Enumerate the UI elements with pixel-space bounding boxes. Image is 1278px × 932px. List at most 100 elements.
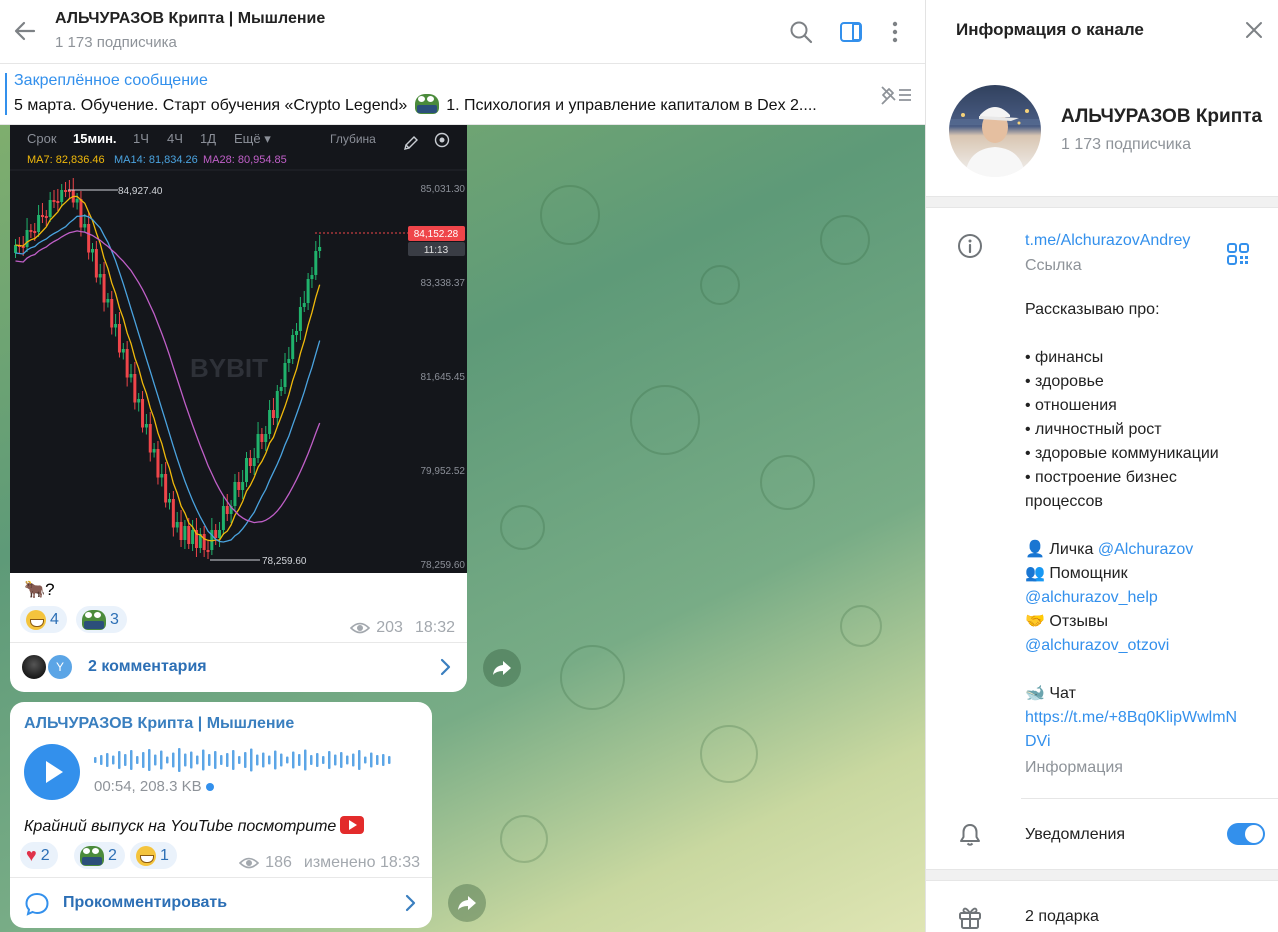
candle-body xyxy=(79,199,83,228)
bell-icon xyxy=(960,824,980,846)
channel-avatar[interactable] xyxy=(949,85,1041,177)
share-arrow-icon xyxy=(458,896,476,910)
reaction-heart[interactable]: ♥ 2 xyxy=(20,842,58,869)
low-marker-label: 78,259.60 xyxy=(262,556,307,567)
reaction-pepe[interactable]: 2 xyxy=(74,842,125,869)
candle-body xyxy=(114,324,118,328)
waveform-bar xyxy=(214,751,217,769)
share-button[interactable] xyxy=(483,649,521,687)
chat-link[interactable]: https://t.me/+8Bq0KlipWwlmN xyxy=(1025,706,1237,730)
chat-area: АЛЬЧУРАЗОВ Крипта | Мышление 1 173 подпи… xyxy=(0,0,925,932)
candle-body xyxy=(152,449,156,453)
about-item: • личностный рост xyxy=(1025,421,1162,438)
waveform-bar xyxy=(238,756,241,764)
candle-body xyxy=(218,530,222,538)
waveform-bar xyxy=(232,750,235,770)
contact-handle-link[interactable]: @alchurazov_otzovi xyxy=(1025,634,1237,658)
candle-body xyxy=(283,363,287,387)
candle-body xyxy=(168,499,171,503)
candle-body xyxy=(279,387,283,391)
waveform-bar xyxy=(310,755,313,765)
commenter-avatar xyxy=(20,653,48,681)
pinned-list-icon[interactable] xyxy=(879,83,913,107)
chart-tab: 15мин. xyxy=(73,131,117,146)
waveform-bar xyxy=(190,751,193,769)
waveform-bar xyxy=(268,755,271,765)
pepe-emoji-icon xyxy=(414,94,439,114)
play-icon xyxy=(46,761,63,783)
close-icon[interactable] xyxy=(1242,18,1266,42)
waveform-bar xyxy=(340,752,343,768)
chat-link-continued[interactable]: DVi xyxy=(1025,730,1237,754)
notifications-toggle[interactable] xyxy=(1227,823,1265,845)
candle-body xyxy=(233,482,237,506)
back-arrow-icon[interactable] xyxy=(12,18,38,44)
waveform-bar xyxy=(178,748,181,772)
more-vertical-icon[interactable] xyxy=(882,19,908,45)
axis-price-label: 85,031.30 xyxy=(421,184,466,195)
message-bubble[interactable]: Срок 15мин. 1Ч 4Ч 1Д Ещё ▾ Глубина MA7: 82,836.… xyxy=(10,125,467,692)
candle-body xyxy=(25,230,29,247)
gifts-label[interactable]: 2 подарка xyxy=(1025,905,1099,929)
candle-body xyxy=(60,190,64,202)
channel-link[interactable]: t.me/AlchurazovAndrey xyxy=(1025,229,1190,253)
candle-body xyxy=(33,231,37,233)
message-bubble[interactable]: АЛЬЧУРАЗОВ Крипта | Мышление 00:54, 208.… xyxy=(10,702,432,928)
contact-handle-link[interactable]: @alchurazov_help xyxy=(1025,586,1237,610)
comment-button[interactable]: Прокомментировать xyxy=(10,878,432,928)
reaction-count: 2 xyxy=(40,846,50,864)
voice-waveform[interactable] xyxy=(94,746,394,774)
candle-body xyxy=(187,526,191,544)
about-item: • здоровье xyxy=(1025,373,1104,390)
axis-price-label: 79,952.52 xyxy=(421,466,466,477)
candle-body xyxy=(179,522,183,540)
sidebar-toggle-icon[interactable] xyxy=(838,19,864,45)
candle-body xyxy=(14,245,17,253)
search-icon[interactable] xyxy=(788,19,814,45)
views-count: 203 xyxy=(376,619,403,636)
candle-body xyxy=(137,399,141,403)
qr-code-icon[interactable] xyxy=(1226,242,1250,266)
contact-prefix: 👤 Личка xyxy=(1025,541,1098,558)
reaction-smile[interactable]: 4 xyxy=(20,606,67,633)
reaction-count: 4 xyxy=(50,610,59,628)
candle-body xyxy=(245,458,248,482)
candle-body xyxy=(75,199,79,203)
share-button[interactable] xyxy=(448,884,486,922)
waveform-bar xyxy=(148,749,151,771)
candle-body xyxy=(144,424,148,428)
waveform-bar xyxy=(292,751,295,769)
reaction-pepe[interactable]: 3 xyxy=(76,606,127,633)
comments-label: 2 комментария xyxy=(88,658,207,675)
candle-body xyxy=(314,251,318,275)
waveform-bar xyxy=(208,754,211,766)
candle-body xyxy=(191,530,195,544)
message-meta: 186 изменено 18:33 xyxy=(239,854,420,872)
waveform-bar xyxy=(262,752,265,768)
chart-screenshot[interactable]: Срок 15мин. 1Ч 4Ч 1Д Ещё ▾ Глубина MA7: 82,836.… xyxy=(10,125,467,573)
pinned-message[interactable]: Закреплённое сообщение 5 марта. Обучение… xyxy=(0,65,925,125)
chat-header: АЛЬЧУРАЗОВ Крипта | Мышление 1 173 подпи… xyxy=(0,0,925,64)
ma14-label: MA14: 81,834.26 xyxy=(114,154,198,166)
about-item: • отношения xyxy=(1025,397,1117,414)
waveform-bar xyxy=(172,752,175,768)
reaction-smile[interactable]: 1 xyxy=(130,842,177,869)
waveform-bar xyxy=(370,752,373,768)
message-author[interactable]: АЛЬЧУРАЗОВ Крипта | Мышление xyxy=(24,715,294,733)
comment-bubble-icon xyxy=(25,892,49,916)
contact-handle-link[interactable]: @Alchurazov xyxy=(1098,541,1193,558)
waveform-bar xyxy=(304,749,307,771)
play-button[interactable] xyxy=(24,744,80,800)
candle-body xyxy=(29,230,33,232)
candle-body xyxy=(202,534,206,550)
candle-body xyxy=(268,410,272,434)
comments-button[interactable]: Y 2 комментария xyxy=(10,643,467,692)
waveform-bar xyxy=(112,755,115,765)
waveform-bar xyxy=(124,754,127,766)
message-text: Крайний выпуск на YouTube посмотрите xyxy=(24,816,365,836)
channel-title[interactable]: АЛЬЧУРАЗОВ Крипта | Мышление xyxy=(55,10,325,28)
waveform-bar xyxy=(250,748,253,772)
pinned-title: Закреплённое сообщение xyxy=(14,72,208,89)
candle-body xyxy=(44,216,48,218)
